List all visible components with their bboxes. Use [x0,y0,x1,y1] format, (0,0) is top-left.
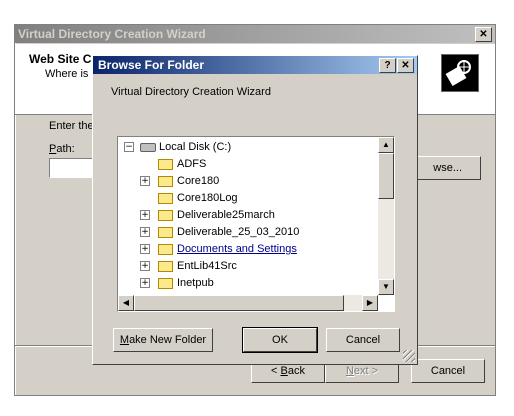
tree-node-label: Deliverable_25_03_2010 [177,226,300,238]
scroll-up-icon[interactable]: ▲ [378,137,394,153]
ok-button[interactable]: OK [242,327,318,353]
dialog-help-button[interactable]: ? [379,58,396,73]
wizard-title-bar[interactable]: Virtual Directory Creation Wizard ✕ [15,25,495,43]
expand-icon[interactable]: + [140,244,150,254]
horizontal-scroll-thumb[interactable] [134,295,344,311]
dialog-title-bar[interactable]: Browse For Folder ? ✕ [93,56,417,74]
expand-icon[interactable]: + [140,210,150,220]
wizard-title: Virtual Directory Creation Wizard [18,27,206,41]
disk-icon [140,143,156,152]
tree-node[interactable]: + EntLib41Src [118,258,380,274]
tree-node-label: Deliverable25march [177,209,275,221]
tree-node[interactable]: + Inetpub [118,275,380,291]
tree-node-label: Core180 [177,175,220,187]
tree-node-label: ADFS [177,158,207,170]
tree-node[interactable]: Core180Log [118,190,380,206]
tree-horizontal-scrollbar[interactable]: ◀ ▶ [118,295,378,311]
wizard-globe-icon [441,54,479,92]
tree-node-label: Inetpub [177,277,214,289]
browse-folder-dialog: Browse For Folder ? ✕ Virtual Directory … [92,55,418,365]
folder-icon [158,176,173,187]
tree-node[interactable]: + Documents and Settings [118,241,380,257]
expand-icon[interactable]: + [140,227,150,237]
folder-icon [158,193,173,204]
tree-node[interactable]: + Core180 [118,173,380,189]
collapse-icon[interactable]: − [124,142,134,152]
expand-icon[interactable]: + [140,176,150,186]
dialog-close-button[interactable]: ✕ [397,58,414,73]
folder-tree[interactable]: − Local Disk (C:) ADFS + Core180 Core180Log… [117,136,395,312]
tree-node-label: Documents and Settings [177,243,297,255]
wizard-header-title: Web Site C [29,52,92,66]
folder-icon [158,210,173,221]
resize-grip-icon[interactable] [403,350,415,362]
folder-icon [158,278,173,289]
wizard-close-button[interactable]: ✕ [475,27,492,42]
tree-node-label: Core180Log [177,192,238,204]
close-icon: ✕ [479,29,488,40]
expand-icon[interactable]: + [140,261,150,271]
wizard-header-subtitle: Where is [45,68,89,80]
help-icon: ? [384,60,391,71]
folder-icon [158,261,173,272]
scroll-thumb[interactable] [378,153,394,199]
wizard-cancel-button[interactable]: Cancel [411,359,485,383]
tree-node[interactable]: + Deliverable_25_03_2010 [118,224,380,240]
folder-icon [158,159,173,170]
tree-node[interactable]: + Deliverable25march [118,207,380,223]
tree-node-root[interactable]: − Local Disk (C:) [118,139,380,155]
folder-icon [158,227,173,238]
dialog-title: Browse For Folder [98,58,205,72]
dialog-cancel-button[interactable]: Cancel [326,328,400,352]
path-label: Path: [49,143,75,155]
wizard-instruction-text: Enter the [49,120,94,132]
tree-vertical-scrollbar[interactable]: ▲ ▼ [378,137,394,295]
scroll-down-icon[interactable]: ▼ [378,279,394,295]
folder-icon [158,244,173,255]
scroll-left-icon[interactable]: ◀ [118,295,134,311]
expand-icon[interactable]: + [140,278,150,288]
scroll-right-icon[interactable]: ▶ [362,295,378,311]
make-new-folder-button[interactable]: Make New Folder [113,328,213,352]
dialog-description: Virtual Directory Creation Wizard [111,86,271,98]
tree-node-label: EntLib41Src [177,260,237,272]
tree-node[interactable]: ADFS [118,156,380,172]
close-icon: ✕ [401,60,410,71]
